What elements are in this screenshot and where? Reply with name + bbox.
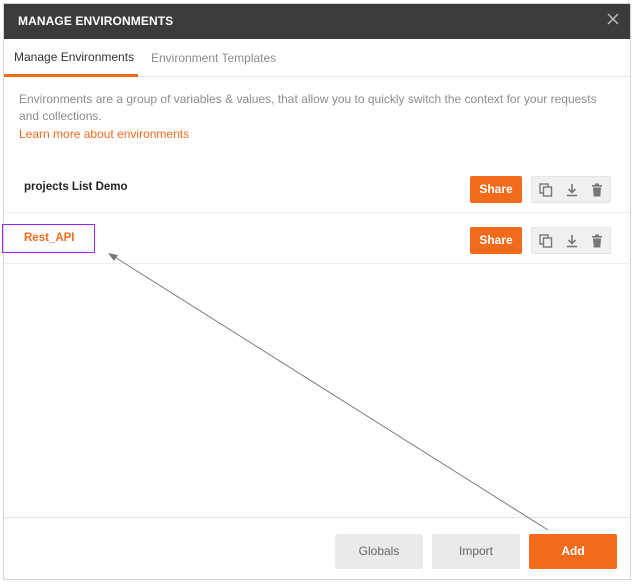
- dialog-titlebar: MANAGE ENVIRONMENTS: [4, 4, 630, 39]
- environment-actions: [531, 176, 611, 203]
- learn-more-link[interactable]: Learn more about environments: [19, 127, 189, 141]
- share-button[interactable]: Share: [470, 227, 522, 254]
- dialog-footer: Globals Import Add: [4, 517, 630, 579]
- download-icon[interactable]: [564, 182, 580, 198]
- close-icon[interactable]: [606, 12, 620, 26]
- environment-row: projects List Demo Share: [4, 162, 630, 213]
- delete-icon[interactable]: [589, 182, 605, 198]
- environment-row: Rest_API Share: [4, 213, 630, 264]
- description-text: Environments are a group of variables & …: [19, 92, 597, 123]
- globals-button[interactable]: Globals: [335, 534, 423, 569]
- tab-manage-environments[interactable]: Manage Environments: [4, 39, 138, 77]
- dialog-title: MANAGE ENVIRONMENTS: [18, 14, 174, 28]
- annotation-highlight-box: [2, 224, 95, 253]
- tab-environment-templates[interactable]: Environment Templates: [151, 39, 276, 77]
- tab-bar: Manage Environments Environment Template…: [4, 39, 630, 77]
- duplicate-icon[interactable]: [538, 182, 554, 198]
- download-icon[interactable]: [564, 233, 580, 249]
- environment-actions: [531, 227, 611, 254]
- share-button[interactable]: Share: [470, 176, 522, 203]
- duplicate-icon[interactable]: [538, 233, 554, 249]
- import-button[interactable]: Import: [432, 534, 520, 569]
- manage-environments-dialog: MANAGE ENVIRONMENTS Manage Environments …: [3, 3, 631, 580]
- delete-icon[interactable]: [589, 233, 605, 249]
- environment-name-projects-list-demo[interactable]: projects List Demo: [24, 181, 128, 193]
- add-button[interactable]: Add: [529, 534, 617, 569]
